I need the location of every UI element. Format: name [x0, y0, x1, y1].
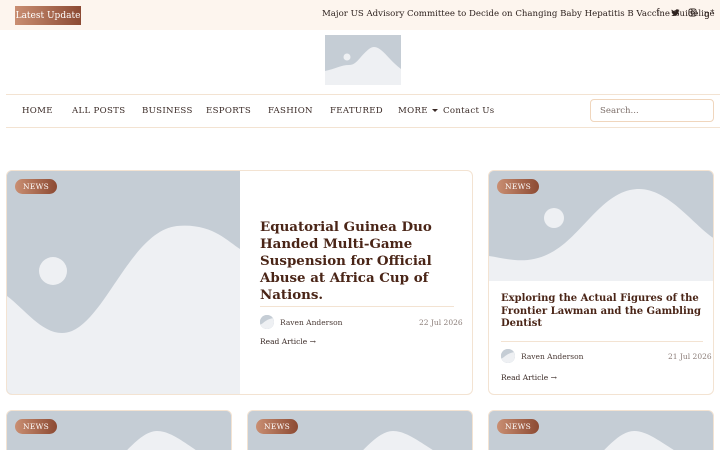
category-badge[interactable]: NEWS — [15, 419, 58, 434]
read-article-link[interactable]: Read Article → — [501, 373, 557, 382]
featured-article-card[interactable]: NEWS Equatorial Guinea Duo Handed Multi-… — [6, 170, 473, 395]
main-nav: HOME ALL POSTS BUSINESS ESPORTS FASHION … — [6, 94, 720, 128]
chevron-down-icon — [431, 109, 438, 112]
divider — [501, 341, 703, 342]
twitter-icon[interactable] — [670, 8, 680, 20]
site-logo[interactable] — [325, 35, 401, 85]
avatar — [501, 349, 515, 363]
search-input[interactable] — [590, 99, 714, 122]
top-bar: Latest Update Major US Advisory Committe… — [0, 0, 720, 30]
article-card[interactable]: NEWS — [247, 410, 473, 450]
author-name[interactable]: Raven Anderson — [521, 352, 583, 361]
category-badge[interactable]: NEWS — [15, 179, 58, 194]
author-meta: Raven Anderson — [501, 349, 583, 363]
nav-item-esports[interactable]: ESPORTS — [206, 106, 251, 116]
instagram-icon[interactable] — [687, 8, 697, 20]
divider — [260, 306, 454, 307]
category-badge[interactable]: NEWS — [256, 419, 299, 434]
nav-more-label: MORE — [398, 106, 428, 116]
social-links: f g+ — [653, 8, 714, 20]
article-card[interactable]: NEWS — [6, 410, 232, 450]
category-badge[interactable]: NEWS — [497, 179, 540, 194]
article-title[interactable]: Exploring the Actual Figures of the Fron… — [501, 293, 706, 331]
nav-item-home[interactable]: HOME — [22, 106, 53, 116]
article-card[interactable]: NEWS Exploring the Actual Figures of the… — [488, 170, 714, 395]
read-article-link[interactable]: Read Article → — [260, 337, 316, 346]
facebook-icon[interactable]: f — [653, 8, 663, 20]
latest-update-button[interactable]: Latest Update — [15, 6, 81, 25]
nav-item-featured[interactable]: FEATURED — [330, 106, 383, 116]
nav-item-contact[interactable]: Contact Us — [443, 106, 495, 116]
nav-item-fashion[interactable]: FASHION — [268, 106, 313, 116]
author-name[interactable]: Raven Anderson — [280, 318, 342, 327]
avatar — [260, 315, 274, 329]
post-date: 22 Jul 2026 — [419, 318, 463, 327]
article-card[interactable]: NEWS — [488, 410, 714, 450]
nav-item-all-posts[interactable]: ALL POSTS — [72, 106, 125, 116]
nav-item-more[interactable]: MORE — [398, 106, 438, 116]
category-badge[interactable]: NEWS — [497, 419, 540, 434]
featured-title[interactable]: Equatorial Guinea Duo Handed Multi-Game … — [260, 219, 460, 304]
author-meta: Raven Anderson — [260, 315, 342, 329]
featured-image[interactable] — [7, 171, 240, 394]
post-date: 21 Jul 2026 — [668, 352, 712, 361]
google-plus-icon[interactable]: g+ — [704, 8, 715, 20]
nav-item-business[interactable]: BUSINESS — [142, 106, 193, 116]
